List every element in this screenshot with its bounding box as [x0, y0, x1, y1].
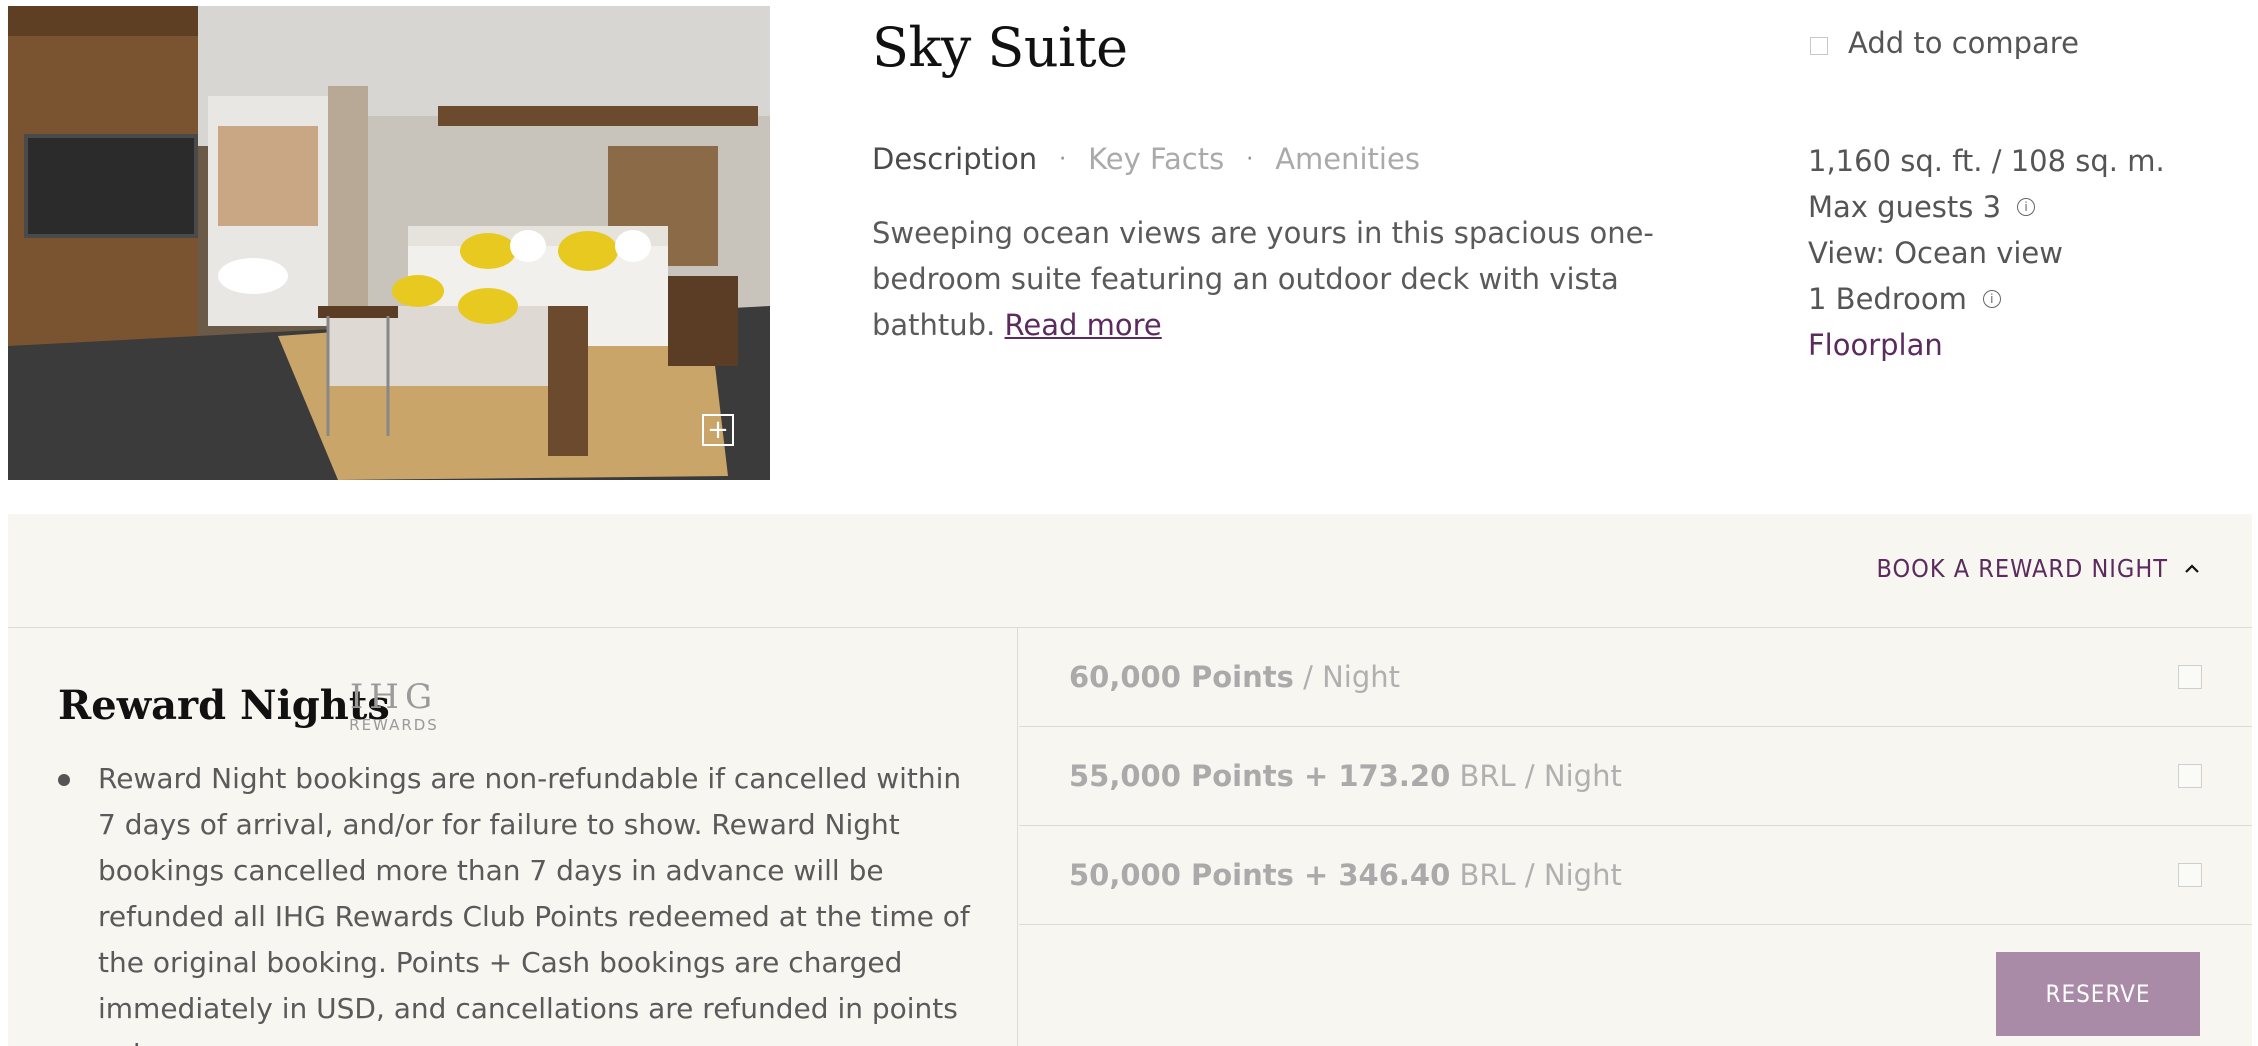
- book-reward-night-toggle[interactable]: BOOK A REWARD NIGHT: [1876, 554, 2200, 583]
- rate-option[interactable]: 60,000 Points / Night: [1019, 628, 2252, 727]
- add-to-compare[interactable]: Add to compare: [1810, 26, 2079, 60]
- room-title: Sky Suite: [872, 16, 1128, 79]
- rate-unit: BRL / Night: [1450, 858, 1622, 892]
- read-more-link[interactable]: Read more: [1005, 308, 1162, 342]
- tab-description[interactable]: Description: [872, 142, 1037, 176]
- chevron-up-icon: [2185, 563, 2199, 573]
- rate-unit: / Night: [1293, 660, 1401, 694]
- tab-key-facts[interactable]: Key Facts: [1088, 142, 1224, 176]
- rate-unit: BRL / Night: [1450, 759, 1622, 793]
- info-icon[interactable]: i: [2017, 198, 2036, 216]
- rate-checkbox[interactable]: [2178, 665, 2202, 689]
- book-reward-night-label: BOOK A REWARD NIGHT: [1876, 554, 2168, 583]
- logo-rewards: REWARDS: [349, 716, 439, 734]
- rate-label: 60,000 Points / Night: [1069, 660, 1400, 694]
- reward-night-panel: BOOK A REWARD NIGHT Reward Nights IHG RE…: [8, 514, 2252, 1046]
- rate-option[interactable]: 50,000 Points + 346.40 BRL / Night: [1019, 826, 2252, 925]
- rate-points: 50,000 Points + 346.40: [1069, 858, 1451, 892]
- room-description: Sweeping ocean views are yours in this s…: [872, 210, 1692, 348]
- reward-policy-item: Reward Night bookings are non-refundable…: [58, 756, 978, 1046]
- info-icon[interactable]: i: [1982, 290, 2001, 308]
- room-image: [8, 6, 770, 480]
- reward-nights-title: Reward Nights: [58, 682, 390, 729]
- reserve-button[interactable]: RESERVE: [1996, 952, 2200, 1036]
- fact-size: 1,160 sq. ft. / 108 sq. m.: [1808, 144, 2165, 178]
- rate-points: 60,000 Points: [1069, 660, 1294, 694]
- fact-bedrooms: 1 Bedroom i: [1808, 276, 2165, 322]
- room-description-text: Sweeping ocean views are yours in this s…: [872, 216, 1654, 342]
- rate-label: 55,000 Points + 173.20 BRL / Night: [1069, 759, 1622, 793]
- bullet-icon: [58, 774, 70, 786]
- reward-rates-list: 60,000 Points / Night 55,000 Points + 17…: [1019, 628, 2252, 925]
- fact-view: View: Ocean view: [1808, 236, 2063, 270]
- logo-ihg: IHG: [349, 677, 439, 717]
- room-facts: 1,160 sq. ft. / 108 sq. m. Max guests 3 …: [1808, 138, 2165, 368]
- rate-checkbox[interactable]: [2178, 863, 2202, 887]
- tab-separator: ·: [1246, 146, 1254, 172]
- rate-checkbox[interactable]: [2178, 764, 2202, 788]
- tab-amenities[interactable]: Amenities: [1275, 142, 1420, 176]
- rate-option[interactable]: 55,000 Points + 173.20 BRL / Night: [1019, 727, 2252, 826]
- tab-separator: ·: [1059, 146, 1067, 172]
- expand-image-icon[interactable]: +: [702, 414, 734, 446]
- room-photo[interactable]: +: [8, 6, 770, 480]
- compare-label: Add to compare: [1848, 26, 2079, 60]
- floorplan-link[interactable]: Floorplan: [1808, 322, 2165, 368]
- fact-max-guests-label: Max guests 3: [1808, 190, 2002, 224]
- reward-nights-info: Reward Nights IHG REWARDS Reward Night b…: [8, 628, 1018, 1046]
- room-tabs: Description · Key Facts · Amenities: [872, 142, 1420, 176]
- fact-bedrooms-label: 1 Bedroom: [1808, 282, 1967, 316]
- ihg-rewards-logo: IHG REWARDS: [342, 678, 446, 734]
- reward-panel-header: BOOK A REWARD NIGHT: [8, 514, 2252, 628]
- compare-checkbox[interactable]: [1810, 37, 1828, 55]
- rate-label: 50,000 Points + 346.40 BRL / Night: [1069, 858, 1622, 892]
- rate-points: 55,000 Points + 173.20: [1069, 759, 1451, 793]
- reward-policy-text: Reward Night bookings are non-refundable…: [98, 762, 970, 1046]
- fact-max-guests: Max guests 3 i: [1808, 184, 2165, 230]
